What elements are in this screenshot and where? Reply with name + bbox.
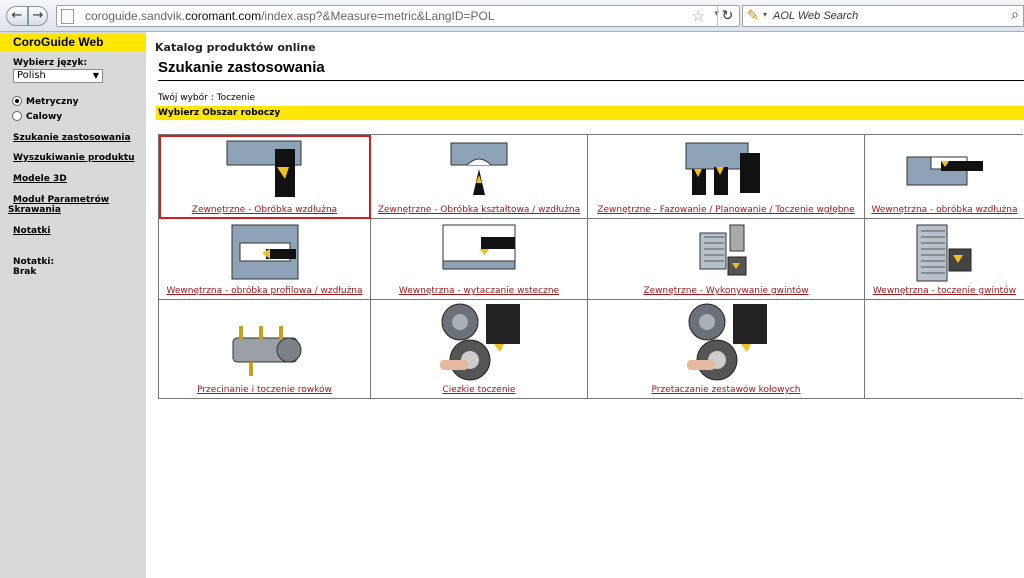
address-bar[interactable]: coroguide.sandvik.coromant.com/index.asp… xyxy=(56,5,740,27)
sidebar-link-notes[interactable]: Notatki xyxy=(13,226,50,236)
section-bar: Wybierz Obszar roboczy xyxy=(156,106,1024,120)
search-engine-dropdown-icon[interactable]: ▾ xyxy=(763,10,767,19)
grid-caption[interactable]: Zewnętrzne - Fazowanie / Planowanie / To… xyxy=(588,205,864,215)
back-button[interactable]: ← xyxy=(6,6,28,26)
language-label: Wybierz język: xyxy=(13,58,88,68)
language-value: Polish xyxy=(17,70,46,81)
grid-caption[interactable]: Zewnętrzne - Wykonywanie gwintów xyxy=(588,286,864,296)
unit-radio-metric[interactable] xyxy=(12,96,22,106)
grid-cell-external-threading[interactable]: Zewnętrzne - Wykonywanie gwintów xyxy=(588,219,865,300)
external-turning-image xyxy=(226,140,301,197)
catalog-heading: Katalog produktów online xyxy=(155,41,316,54)
grid-caption[interactable]: Zewnętrzne - Obróbka kształtowa / wzdłuż… xyxy=(371,205,587,215)
aol-icon[interactable]: ✎ xyxy=(747,8,759,24)
page-icon xyxy=(61,9,74,24)
profiling-image xyxy=(450,142,508,195)
url-prefix: coroguide.sandvik. xyxy=(85,9,186,23)
application-grid: Zewnętrzne - Obróbka wzdłużna Zewnętrzne… xyxy=(158,134,1024,399)
url-suffix: /index.asp?&Measure=metric&LangID=POL xyxy=(261,9,495,23)
sidebar-link-cutting-params[interactable]: Moduł Parametrów xyxy=(13,195,109,205)
grid-cell-internal-profiling[interactable]: Wewnętrzna - obróbka profilowa / wzdłużn… xyxy=(159,219,371,300)
grid-caption[interactable]: Zewnętrzne - Obróbka wzdłużna xyxy=(159,205,370,215)
url-text[interactable]: coroguide.sandvik.coromant.com/index.asp… xyxy=(85,9,495,23)
sidebar: CoroGuide Web Wybierz język: Polish ▼ Me… xyxy=(0,32,146,578)
grid-caption[interactable]: Wewnętrzna - wytaczanie wsteczne xyxy=(371,286,587,296)
grid-cell-external-longitudinal[interactable]: Zewnętrzne - Obróbka wzdłużna xyxy=(159,135,371,219)
current-selection: Twój wybór : Toczenie xyxy=(158,93,256,103)
grid-cell-external-profiling[interactable]: Zewnętrzne - Obróbka kształtowa / wzdłuż… xyxy=(371,135,588,219)
internal-turning-image xyxy=(906,156,983,186)
browser-toolbar: ← → coroguide.sandvik.coromant.com/index… xyxy=(0,0,1024,32)
internal-threading-image xyxy=(916,224,971,282)
grid-cell-empty xyxy=(865,300,1024,398)
sidebar-link-application-search[interactable]: Szukanie zastosowania xyxy=(13,133,131,143)
grid-cell-external-facing[interactable]: Zewnętrzne - Fazowanie / Planowanie / To… xyxy=(588,135,865,219)
unit-label-imperial: Calowy xyxy=(26,112,63,122)
external-threading-image xyxy=(699,224,747,276)
heavy-turning-image xyxy=(440,303,520,381)
chevron-down-icon: ▼ xyxy=(92,71,99,80)
parting-grooving-image xyxy=(232,326,301,376)
forward-button[interactable]: → xyxy=(28,6,48,26)
grid-cell-internal-threading[interactable]: Wewnętrzna - toczenie gwintów xyxy=(865,219,1024,300)
wheelset-turning-image xyxy=(687,303,767,381)
sidebar-link-product-search[interactable]: Wyszukiwanie produktu xyxy=(13,153,135,163)
search-placeholder: AOL Web Search xyxy=(773,10,859,22)
search-box[interactable]: ✎ ▾ AOL Web Search ⌕ xyxy=(742,5,1024,27)
grid-cell-wheelset-turning[interactable]: Przetaczanie zestawów kołowych xyxy=(588,300,865,398)
grid-cell-back-boring[interactable]: Wewnętrzna - wytaczanie wsteczne xyxy=(371,219,588,300)
unit-radio-imperial[interactable] xyxy=(12,111,22,121)
url-domain: coromant.com xyxy=(185,9,262,23)
grid-caption[interactable]: Ciezkie toczenie xyxy=(371,385,587,395)
title-divider xyxy=(158,80,1024,81)
grid-caption[interactable]: Przecinanie i toczenie rowków xyxy=(159,385,370,395)
main-content: Katalog produktów online Szukanie zastos… xyxy=(146,32,1024,578)
bookmark-star-icon[interactable]: ☆ xyxy=(692,7,705,25)
grid-cell-parting-grooving[interactable]: Przecinanie i toczenie rowków xyxy=(159,300,371,398)
internal-profiling-image xyxy=(231,224,298,280)
grid-caption[interactable]: Wewnętrzna - obróbka profilowa / wzdłużn… xyxy=(159,286,370,296)
sidebar-link-3d-models[interactable]: Modele 3D xyxy=(13,174,67,184)
back-boring-image xyxy=(442,224,516,270)
unit-label-metric: Metryczny xyxy=(26,97,79,107)
arrow-left-icon: ← xyxy=(11,8,23,23)
grid-caption[interactable]: Wewnętrzna - toczenie gwintów xyxy=(865,286,1024,296)
grid-cell-heavy-turning[interactable]: Ciezkie toczenie xyxy=(371,300,588,398)
sidebar-link-cutting-params-2[interactable]: Skrawania xyxy=(8,205,61,215)
notes-label: Notatki: xyxy=(13,257,55,267)
sidebar-title: CoroGuide Web xyxy=(0,34,146,51)
search-icon[interactable]: ⌕ xyxy=(1011,7,1019,23)
arrow-right-icon: → xyxy=(32,8,44,23)
page-title: Szukanie zastosowania xyxy=(158,59,325,76)
reload-icon[interactable]: ↻ xyxy=(717,6,737,26)
grid-caption[interactable]: Przetaczanie zestawów kołowych xyxy=(588,385,864,395)
notes-value: Brak xyxy=(13,267,37,277)
grid-cell-internal-longitudinal[interactable]: Wewnętrzna - obróbka wzdłużna xyxy=(865,135,1024,219)
grid-caption[interactable]: Wewnętrzna - obróbka wzdłużna xyxy=(865,205,1024,215)
facing-image xyxy=(685,142,760,195)
language-select[interactable]: Polish ▼ xyxy=(13,69,103,83)
